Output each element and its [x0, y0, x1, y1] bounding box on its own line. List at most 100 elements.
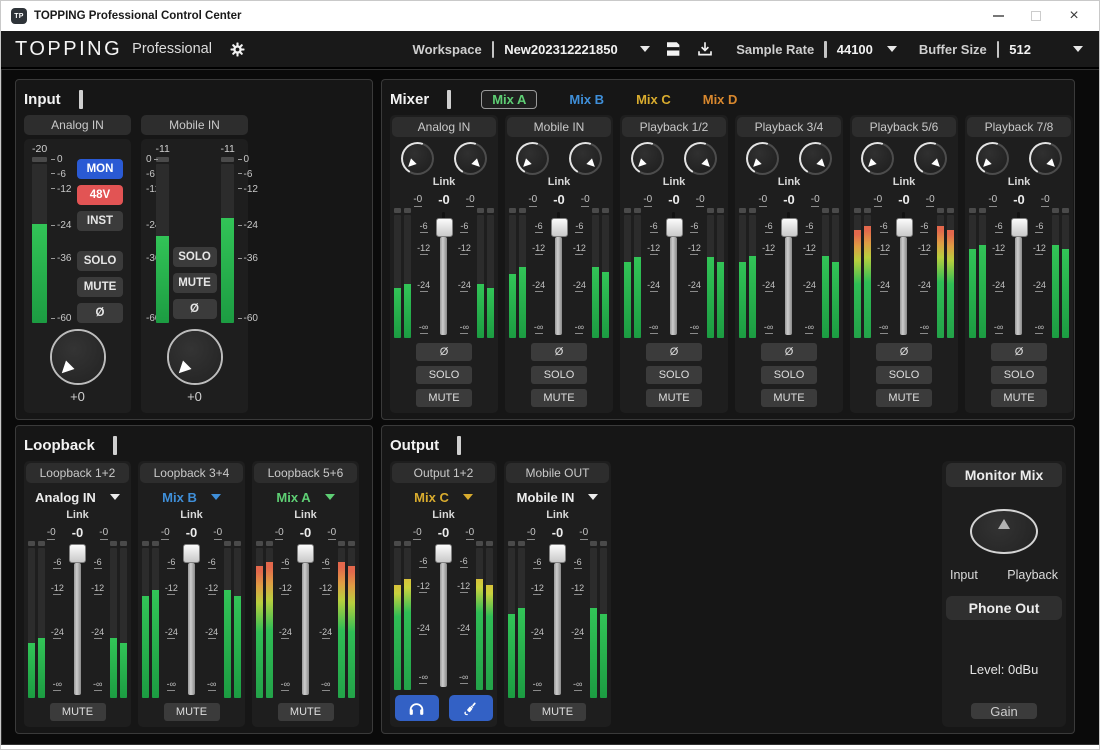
channel-fader[interactable]: [781, 208, 797, 338]
mute-button[interactable]: MUTE: [77, 277, 123, 297]
channel-fader[interactable]: [1011, 208, 1027, 338]
tab-mix-a[interactable]: Mix A: [481, 90, 537, 109]
fader-handle[interactable]: [436, 218, 453, 237]
link-toggle[interactable]: Link: [142, 509, 241, 524]
workspace-dropdown-arrow[interactable]: [640, 46, 650, 52]
link-toggle[interactable]: Link: [508, 509, 607, 524]
tab-mix-c[interactable]: Mix C: [636, 92, 671, 107]
channel-fader[interactable]: [70, 541, 86, 698]
mute-button[interactable]: MUTE: [876, 389, 932, 407]
close-button[interactable]: ×: [1055, 3, 1093, 29]
phase-button[interactable]: Ø: [646, 343, 702, 361]
phase-button[interactable]: Ø: [991, 343, 1047, 361]
workspace-value[interactable]: New202312221850: [504, 42, 636, 57]
solo-button[interactable]: SOLO: [991, 366, 1047, 384]
pan-left-knob[interactable]: [746, 142, 779, 175]
export-workspace-button[interactable]: [696, 40, 714, 58]
channel-fader[interactable]: [896, 208, 912, 338]
fader-handle[interactable]: [1011, 218, 1028, 237]
fader-handle[interactable]: [297, 544, 314, 563]
gain-knob[interactable]: [50, 329, 106, 385]
mute-button[interactable]: MUTE: [646, 389, 702, 407]
channel-fader[interactable]: [184, 541, 200, 698]
channel-fader[interactable]: [436, 541, 452, 690]
solo-button[interactable]: SOLO: [416, 366, 472, 384]
monitor-mix-knob[interactable]: [970, 509, 1038, 554]
pan-right-knob[interactable]: [914, 142, 947, 175]
mute-button[interactable]: MUTE: [531, 389, 587, 407]
pan-left-knob[interactable]: [861, 142, 894, 175]
mute-button[interactable]: MUTE: [416, 389, 472, 407]
source-select[interactable]: Mobile IN: [508, 485, 607, 509]
tab-mix-d[interactable]: Mix D: [703, 92, 738, 107]
mute-button[interactable]: MUTE: [530, 703, 586, 721]
solo-button[interactable]: SOLO: [761, 366, 817, 384]
phase-button[interactable]: Ø: [531, 343, 587, 361]
buffer-size-value[interactable]: 512: [1009, 42, 1031, 57]
fader-handle[interactable]: [549, 544, 566, 563]
gain-button[interactable]: Gain: [971, 703, 1037, 719]
mute-button[interactable]: MUTE: [50, 703, 106, 721]
headphone-out-button[interactable]: [395, 695, 439, 721]
solo-button[interactable]: SOLO: [876, 366, 932, 384]
channel-fader[interactable]: [551, 208, 567, 338]
fader-handle[interactable]: [551, 218, 568, 237]
pan-right-knob[interactable]: [799, 142, 832, 175]
link-toggle[interactable]: Link: [854, 176, 954, 191]
pan-left-knob[interactable]: [516, 142, 549, 175]
channel-fader[interactable]: [298, 541, 314, 698]
pan-left-knob[interactable]: [631, 142, 664, 175]
instrument-button[interactable]: INST: [77, 211, 123, 231]
fader-handle[interactable]: [781, 218, 798, 237]
phantom-48v-button[interactable]: 48V: [77, 185, 123, 205]
link-toggle[interactable]: Link: [394, 509, 493, 524]
mute-button[interactable]: MUTE: [761, 389, 817, 407]
phase-button[interactable]: Ø: [876, 343, 932, 361]
sample-rate-dropdown-arrow[interactable]: [887, 46, 897, 52]
fader-handle[interactable]: [435, 544, 452, 563]
fader-handle[interactable]: [896, 218, 913, 237]
buffer-size-dropdown-arrow[interactable]: [1073, 46, 1083, 52]
pan-left-knob[interactable]: [401, 142, 434, 175]
link-toggle[interactable]: Link: [624, 176, 724, 191]
settings-button[interactable]: [228, 40, 247, 59]
phase-button[interactable]: Ø: [761, 343, 817, 361]
phase-button[interactable]: Ø: [77, 303, 123, 323]
pan-right-knob[interactable]: [1029, 142, 1062, 175]
source-select[interactable]: Analog IN: [28, 485, 127, 509]
mute-button[interactable]: MUTE: [164, 703, 220, 721]
channel-fader[interactable]: [666, 208, 682, 338]
pan-right-knob[interactable]: [684, 142, 717, 175]
source-select[interactable]: Mix B: [142, 485, 241, 509]
mute-button[interactable]: MUTE: [991, 389, 1047, 407]
source-select[interactable]: Mix A: [256, 485, 355, 509]
line-out-button[interactable]: [449, 695, 493, 721]
tab-mix-b[interactable]: Mix B: [569, 92, 604, 107]
phase-button[interactable]: Ø: [416, 343, 472, 361]
fader-handle[interactable]: [666, 218, 683, 237]
link-toggle[interactable]: Link: [739, 176, 839, 191]
gain-knob[interactable]: [167, 329, 223, 385]
sample-rate-value[interactable]: 44100: [837, 42, 873, 57]
channel-fader[interactable]: [436, 208, 452, 338]
source-select[interactable]: Mix C: [394, 485, 493, 509]
fader-handle[interactable]: [183, 544, 200, 563]
solo-button[interactable]: SOLO: [531, 366, 587, 384]
pan-right-knob[interactable]: [454, 142, 487, 175]
link-toggle[interactable]: Link: [509, 176, 609, 191]
link-toggle[interactable]: Link: [28, 509, 127, 524]
mute-button[interactable]: MUTE: [173, 273, 217, 293]
pan-left-knob[interactable]: [976, 142, 1009, 175]
fader-handle[interactable]: [69, 544, 86, 563]
minimize-button[interactable]: [979, 3, 1017, 29]
pan-right-knob[interactable]: [569, 142, 602, 175]
maximize-button[interactable]: [1017, 3, 1055, 29]
channel-fader[interactable]: [550, 541, 566, 698]
solo-button[interactable]: SOLO: [646, 366, 702, 384]
link-toggle[interactable]: Link: [256, 509, 355, 524]
solo-button[interactable]: SOLO: [77, 251, 123, 271]
solo-button[interactable]: SOLO: [173, 247, 217, 267]
link-toggle[interactable]: Link: [394, 176, 494, 191]
phase-button[interactable]: Ø: [173, 299, 217, 319]
save-workspace-button[interactable]: [664, 40, 682, 58]
